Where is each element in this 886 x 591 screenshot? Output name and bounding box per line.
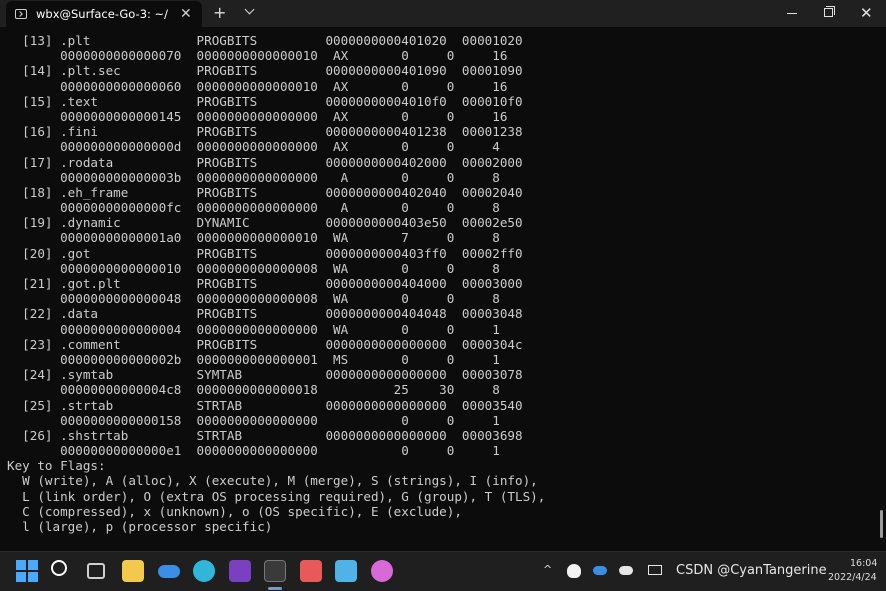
- clock-date[interactable]: 2022/4/24: [828, 572, 877, 583]
- photos-icon[interactable]: [371, 560, 393, 582]
- close-button[interactable]: ✕: [860, 4, 873, 22]
- qq-icon[interactable]: [567, 564, 581, 578]
- terminal-line: 0000000000000004 0000000000000000 WA 0 0…: [7, 321, 500, 337]
- terminal-line: [16] .fini PROGBITS 0000000000401238 000…: [7, 124, 523, 140]
- minimize-button[interactable]: [787, 13, 797, 14]
- terminal-line: [23] .comment PROGBITS 0000000000000000 …: [7, 336, 523, 352]
- terminal-output[interactable]: [13] .plt PROGBITS 0000000000401020 0000…: [7, 33, 877, 543]
- terminal-tab-icon: [15, 9, 27, 19]
- taskbar: ^ CSDN @CyanTangerine 16:04 2022/4/24: [0, 551, 886, 591]
- terminal-line: [14] .plt.sec PROGBITS 0000000000401090 …: [7, 63, 523, 79]
- terminal-line: 000000000000000d 0000000000000000 AX 0 0…: [7, 139, 500, 155]
- terminal-line: 00000000000000e1 0000000000000000 0 0 1: [7, 443, 500, 459]
- terminal-line: 0000000000000145 0000000000000000 AX 0 0…: [7, 108, 508, 124]
- terminal-line: 000000000000003b 0000000000000000 A 0 0 …: [7, 169, 500, 185]
- terminal-line: Key to Flags:: [7, 458, 106, 474]
- maximize-button[interactable]: [824, 6, 835, 17]
- onedrive-tray-icon[interactable]: [593, 566, 607, 575]
- title-bar: wbx@Surface-Go-3: ~/Des ✕ + ✕: [0, 0, 886, 27]
- terminal-line: [21] .got.plt PROGBITS 0000000000404000 …: [7, 276, 523, 291]
- scrollbar-thumb[interactable]: [880, 510, 883, 538]
- tab-title: wbx@Surface-Go-3: ~/Des: [36, 7, 168, 21]
- terminal-line: 00000000000000fc 0000000000000000 A 0 0 …: [7, 200, 500, 216]
- file-explorer-icon[interactable]: [122, 560, 144, 582]
- terminal-line: [22] .data PROGBITS 0000000000404048 000…: [7, 306, 523, 322]
- terminal-line: 0000000000000010 0000000000000008 WA 0 0…: [7, 260, 500, 276]
- terminal-line: [26] .shstrtab STRTAB 0000000000000000 0…: [7, 427, 523, 443]
- terminal-line: 0000000000000048 0000000000000008 WA 0 0…: [7, 291, 500, 307]
- new-tab-button[interactable]: +: [213, 3, 226, 22]
- terminal-line: 000000000000002b 0000000000000001 MS 0 0…: [7, 351, 500, 367]
- terminal-active-indicator: [268, 587, 282, 590]
- display-tray-icon[interactable]: [648, 565, 662, 575]
- terminal-line: l (large), p (processor specific): [7, 519, 273, 534]
- tab-close-icon[interactable]: ✕: [180, 6, 192, 22]
- terminal-line: 0000000000000070 0000000000000010 AX 0 0…: [7, 48, 508, 64]
- notepad-icon[interactable]: [335, 560, 357, 582]
- watermark: CSDN @CyanTangerine: [676, 563, 827, 578]
- terminal-icon[interactable]: [264, 560, 286, 582]
- cloud-tray-icon[interactable]: [619, 566, 633, 575]
- terminal-line: [13] .plt PROGBITS 0000000000401020 0000…: [7, 33, 523, 48]
- terminal-line: [19] .dynamic DYNAMIC 0000000000403e50 0…: [7, 215, 523, 231]
- terminal-line: [24] .symtab SYMTAB 0000000000000000 000…: [7, 367, 523, 383]
- terminal-line: [18] .eh_frame PROGBITS 0000000000402040…: [7, 184, 523, 200]
- task-view-icon[interactable]: [87, 563, 105, 579]
- terminal-line: W (write), A (alloc), X (execute), M (me…: [7, 473, 538, 489]
- onenote-icon[interactable]: [229, 560, 251, 582]
- terminal-line: [25] .strtab STRTAB 0000000000000000 000…: [7, 397, 523, 413]
- snipping-tool-icon[interactable]: [300, 560, 322, 582]
- onedrive-icon[interactable]: [158, 565, 180, 578]
- terminal-line: 00000000000004c8 0000000000000018 25 30 …: [7, 382, 500, 398]
- tray-chevron-icon[interactable]: ^: [543, 563, 552, 576]
- terminal-line: 00000000000001a0 0000000000000010 WA 7 0…: [7, 230, 500, 246]
- tab-dropdown-chevron-icon[interactable]: [244, 4, 255, 15]
- terminal-line: [20] .got PROGBITS 0000000000403ff0 0000…: [7, 245, 523, 261]
- terminal-tab[interactable]: wbx@Surface-Go-3: ~/Des ✕: [6, 1, 202, 27]
- terminal-line: L (link order), O (extra OS processing r…: [7, 488, 546, 504]
- terminal-line: [17] .rodata PROGBITS 0000000000402000 0…: [7, 154, 523, 170]
- terminal-line: 0000000000000158 0000000000000000 0 0 1: [7, 412, 500, 428]
- edge-icon[interactable]: [193, 560, 215, 582]
- start-icon[interactable]: [16, 560, 38, 582]
- terminal-line: 0000000000000060 0000000000000010 AX 0 0…: [7, 78, 508, 94]
- terminal-line: C (compressed), x (unknown), o (OS speci…: [7, 503, 462, 519]
- clock-time[interactable]: 16:04: [850, 558, 877, 569]
- terminal-line: [15] .text PROGBITS 00000000004010f0 000…: [7, 93, 523, 109]
- search-icon[interactable]: [51, 560, 67, 576]
